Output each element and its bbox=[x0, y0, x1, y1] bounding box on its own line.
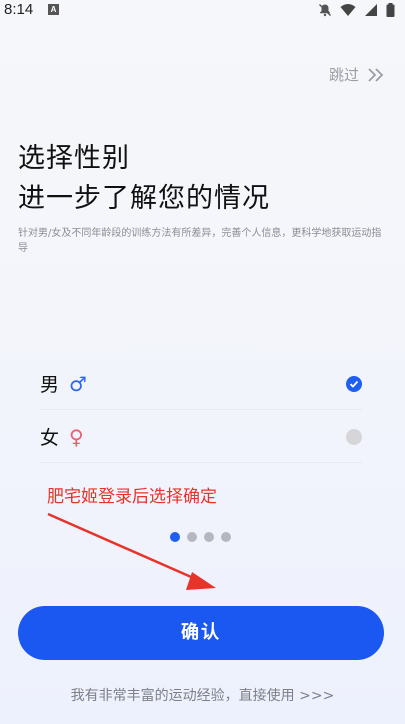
confirm-button[interactable]: 确认 bbox=[18, 606, 384, 660]
experienced-user-link[interactable]: 我有非常丰富的运动经验，直接使用 >>> bbox=[0, 685, 405, 705]
